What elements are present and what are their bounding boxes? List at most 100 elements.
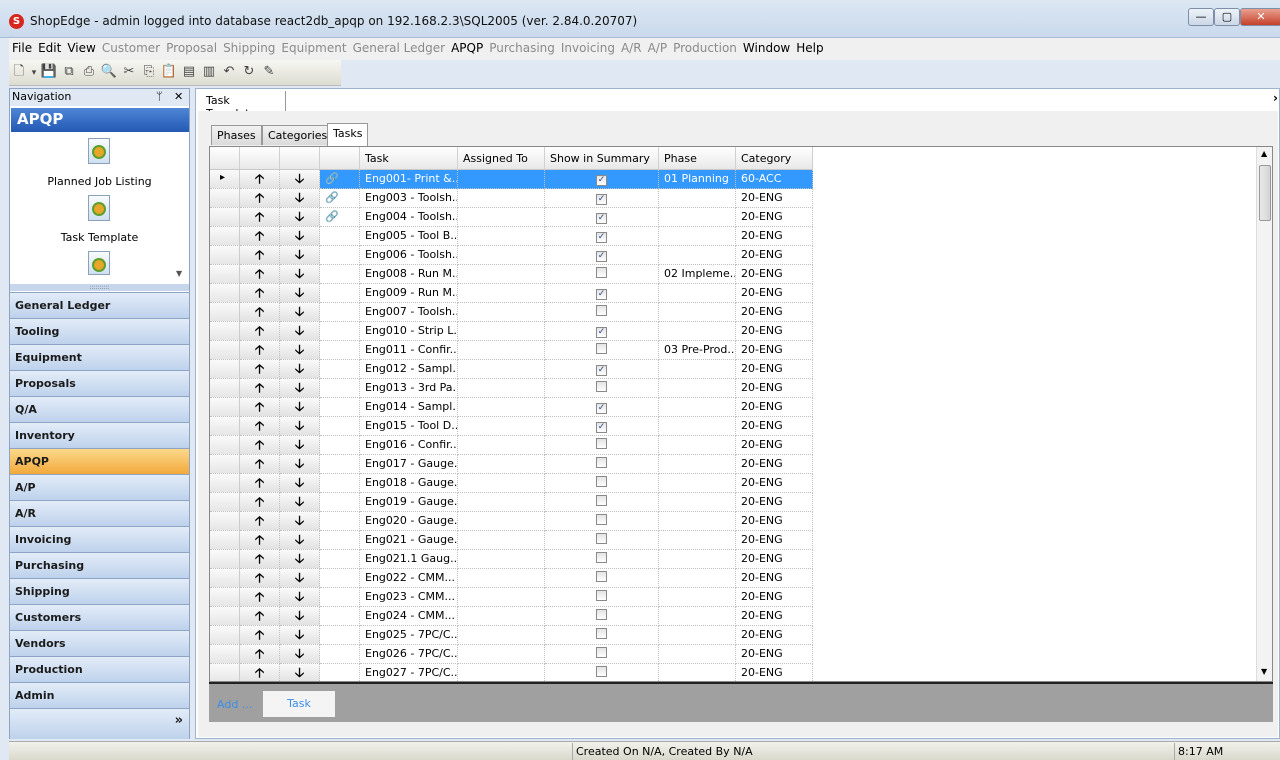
table-row[interactable]: 🡡 🡣 Eng011 - Confir... 03 Pre-Prod... 20-ENG: [210, 341, 815, 360]
show-in-summary-checkbox[interactable]: ✓: [596, 289, 607, 300]
link-cell[interactable]: [320, 626, 360, 645]
move-down-button[interactable]: 🡣: [280, 626, 320, 645]
assigned-to-cell[interactable]: [458, 474, 545, 493]
link-cell[interactable]: [320, 455, 360, 474]
phase-cell[interactable]: [659, 569, 736, 588]
menu-customer[interactable]: Customer: [99, 38, 163, 58]
menu-view[interactable]: View: [64, 38, 98, 58]
row-selector[interactable]: [210, 417, 240, 436]
phase-cell[interactable]: [659, 398, 736, 417]
move-down-button[interactable]: 🡣: [280, 208, 320, 227]
show-in-summary-checkbox[interactable]: [596, 533, 607, 544]
category-cell[interactable]: 20-ENG: [736, 189, 813, 208]
table-row[interactable]: 🡡 🡣 Eng025 - 7PC/C... 20-ENG: [210, 626, 815, 645]
phase-cell[interactable]: [659, 284, 736, 303]
link-cell[interactable]: [320, 607, 360, 626]
phase-cell[interactable]: [659, 303, 736, 322]
link-cell[interactable]: 🔗: [320, 170, 360, 189]
phase-cell[interactable]: [659, 379, 736, 398]
show-in-summary-cell[interactable]: [545, 474, 659, 493]
show-in-summary-cell[interactable]: ✓: [545, 284, 659, 303]
move-up-button[interactable]: 🡡: [240, 360, 280, 379]
show-in-summary-cell[interactable]: [545, 341, 659, 360]
move-down-button[interactable]: 🡣: [280, 417, 320, 436]
table-row[interactable]: 🡡 🡣 Eng010 - Strip L... ✓ 20-ENG: [210, 322, 815, 341]
category-cell[interactable]: 20-ENG: [736, 436, 813, 455]
task-cell[interactable]: Eng008 - Run M...: [360, 265, 458, 284]
category-cell[interactable]: 20-ENG: [736, 588, 813, 607]
table-row[interactable]: 🡡 🡣 Eng026 - 7PC/C... 20-ENG: [210, 645, 815, 664]
table-row[interactable]: 🡡 🡣 Eng018 - Gauge... 20-ENG: [210, 474, 815, 493]
nav-module-shipping[interactable]: Shipping: [10, 578, 189, 604]
move-down-button[interactable]: 🡣: [280, 398, 320, 417]
show-in-summary-cell[interactable]: ✓: [545, 246, 659, 265]
assigned-to-cell[interactable]: [458, 360, 545, 379]
maximize-button[interactable]: ▢: [1214, 8, 1240, 26]
move-down-button[interactable]: 🡣: [280, 189, 320, 208]
task-cell[interactable]: Eng014 - Sampl...: [360, 398, 458, 417]
category-cell[interactable]: 20-ENG: [736, 607, 813, 626]
phase-cell[interactable]: [659, 455, 736, 474]
move-up-button[interactable]: 🡡: [240, 550, 280, 569]
show-in-summary-checkbox[interactable]: [596, 267, 607, 278]
phase-cell[interactable]: [659, 493, 736, 512]
assigned-to-cell[interactable]: [458, 170, 545, 189]
phase-cell[interactable]: [659, 436, 736, 455]
link-cell[interactable]: [320, 436, 360, 455]
task-cell[interactable]: Eng012 - Sampl...: [360, 360, 458, 379]
row-selector[interactable]: [210, 607, 240, 626]
phase-cell[interactable]: [659, 512, 736, 531]
category-cell[interactable]: 20-ENG: [736, 322, 813, 341]
up-header[interactable]: [240, 147, 280, 170]
row-selector[interactable]: [210, 227, 240, 246]
move-down-button[interactable]: 🡣: [280, 170, 320, 189]
nav-module-tooling[interactable]: Tooling: [10, 318, 189, 344]
phase-cell[interactable]: [659, 246, 736, 265]
link-cell[interactable]: [320, 664, 360, 681]
planned-job-listing-icon[interactable]: [88, 138, 110, 164]
move-up-button[interactable]: 🡡: [240, 512, 280, 531]
show-in-summary-cell[interactable]: ✓: [545, 189, 659, 208]
phase-cell[interactable]: [659, 664, 736, 681]
assigned-to-cell[interactable]: [458, 455, 545, 474]
category-cell[interactable]: 20-ENG: [736, 455, 813, 474]
undo-icon[interactable]: ↶: [220, 63, 238, 81]
move-up-button[interactable]: 🡡: [240, 208, 280, 227]
link-cell[interactable]: [320, 474, 360, 493]
task-cell[interactable]: Eng007 - Toolsh...: [360, 303, 458, 322]
column-header-show-in-summary[interactable]: Show in Summary: [545, 147, 659, 170]
nav-module-production[interactable]: Production: [10, 656, 189, 682]
menu-purchasing[interactable]: Purchasing: [486, 38, 558, 58]
table-row[interactable]: 🡡 🡣 Eng022 - CMM... 20-ENG: [210, 569, 815, 588]
category-cell[interactable]: 20-ENG: [736, 550, 813, 569]
task-cell[interactable]: Eng024 - CMM...: [360, 607, 458, 626]
nav-module-admin[interactable]: Admin: [10, 682, 189, 708]
down-header[interactable]: [280, 147, 320, 170]
assigned-to-cell[interactable]: [458, 341, 545, 360]
category-cell[interactable]: 20-ENG: [736, 531, 813, 550]
table-row[interactable]: 🡡 🡣 🔗 Eng004 - Toolsh... ✓ 20-ENG: [210, 208, 815, 227]
category-cell[interactable]: 20-ENG: [736, 626, 813, 645]
scrollbar-thumb[interactable]: [1259, 165, 1271, 221]
nav-module-general-ledger[interactable]: General Ledger: [10, 292, 189, 318]
row-header[interactable]: [210, 147, 240, 170]
show-in-summary-checkbox[interactable]: [596, 552, 607, 563]
phase-cell[interactable]: 01 Planning: [659, 170, 736, 189]
cut-icon[interactable]: ✂: [120, 63, 138, 81]
task-cell[interactable]: Eng017 - Gauge...: [360, 455, 458, 474]
show-in-summary-cell[interactable]: [545, 512, 659, 531]
link-header[interactable]: [320, 147, 360, 170]
link-icon[interactable]: 🔗: [325, 172, 339, 185]
row-selector[interactable]: [210, 284, 240, 303]
task-cell[interactable]: Eng016 - Confir...: [360, 436, 458, 455]
task-cell[interactable]: Eng006 - Toolsh...: [360, 246, 458, 265]
task-cell[interactable]: Eng004 - Toolsh...: [360, 208, 458, 227]
move-up-button[interactable]: 🡡: [240, 474, 280, 493]
nav-item-planned-job-listing[interactable]: Planned Job Listing: [10, 175, 189, 188]
menu-edit[interactable]: Edit: [35, 38, 64, 58]
copy-icon[interactable]: ⎘: [140, 63, 158, 81]
category-cell[interactable]: 20-ENG: [736, 664, 813, 681]
move-down-button[interactable]: 🡣: [280, 550, 320, 569]
scroll-up-icon[interactable]: ▲: [1261, 149, 1267, 158]
show-in-summary-checkbox[interactable]: [596, 514, 607, 525]
